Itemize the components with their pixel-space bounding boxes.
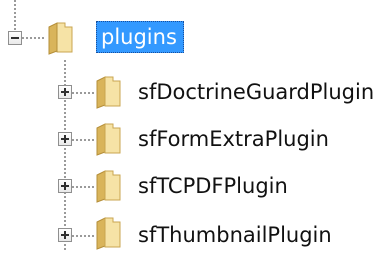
- tree-connector-child-3: [72, 186, 94, 188]
- tree-item-label-sftcpdfplugin[interactable]: sfTCPDFPlugin: [138, 171, 288, 201]
- tree-connector-child-1: [72, 92, 94, 94]
- folder-icon: [96, 122, 122, 156]
- expand-toggle-sfformextraplugin[interactable]: [58, 132, 72, 146]
- expand-toggle-sfdoctrineguardplugin[interactable]: [58, 85, 72, 99]
- folder-icon: [96, 75, 122, 109]
- file-tree: plugins sfDoctrineGuardPlugin sfFormExtr…: [0, 0, 386, 250]
- expand-toggle-sftcpdfplugin[interactable]: [58, 179, 72, 193]
- collapse-toggle[interactable]: [8, 31, 22, 45]
- folder-icon: [96, 216, 122, 250]
- tree-connector-root-h: [22, 37, 44, 39]
- tree-connector-child-4: [72, 235, 94, 237]
- tree-item-label-sfthumbnailplugin[interactable]: sfThumbnailPlugin: [138, 220, 332, 250]
- tree-item-label-plugins[interactable]: plugins: [96, 21, 184, 53]
- tree-item-label-sfdoctrineguardplugin[interactable]: sfDoctrineGuardPlugin: [138, 77, 374, 107]
- expand-toggle-sfthumbnailplugin[interactable]: [58, 228, 72, 242]
- folder-open-icon: [48, 21, 74, 55]
- minus-icon: [11, 37, 19, 39]
- tree-item-label-sfformextraplugin[interactable]: sfFormExtraPlugin: [138, 124, 329, 154]
- tree-connector-child-2: [72, 139, 94, 141]
- folder-icon: [96, 169, 122, 203]
